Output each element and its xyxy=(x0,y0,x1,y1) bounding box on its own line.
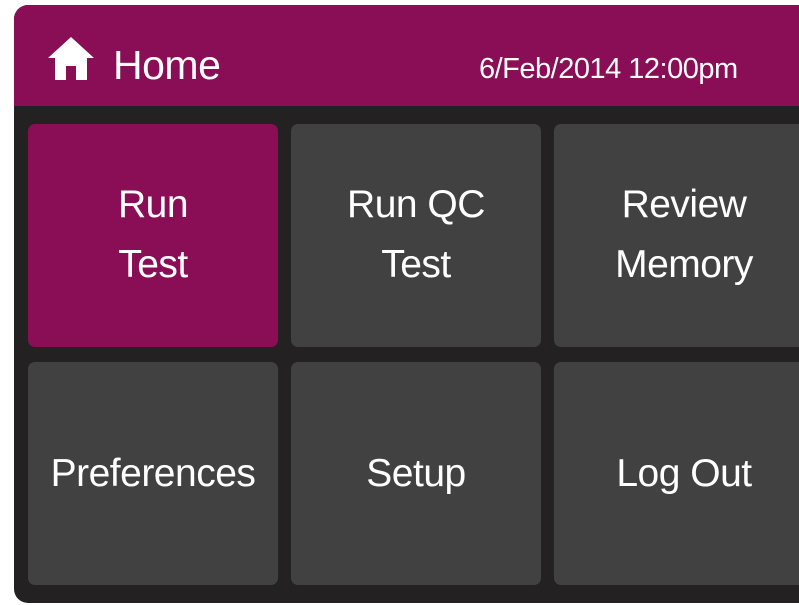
home-icon[interactable] xyxy=(47,36,95,81)
log-out-button[interactable]: Log Out xyxy=(554,362,799,585)
page-title: Home xyxy=(113,42,221,88)
date-time-display: 6/Feb/2014 12:00pm xyxy=(479,53,738,85)
setup-label: Setup xyxy=(366,451,466,495)
setup-button[interactable]: Setup xyxy=(291,362,541,585)
log-out-label: Log Out xyxy=(616,451,752,495)
review-memory-label: Review Memory xyxy=(615,182,753,286)
preferences-label: Preferences xyxy=(50,451,256,495)
device-screen: Home 6/Feb/2014 12:00pm Run Test Run QC … xyxy=(14,5,799,603)
run-qc-test-label: Run QC Test xyxy=(347,182,485,286)
run-qc-test-button[interactable]: Run QC Test xyxy=(291,124,541,347)
preferences-button[interactable]: Preferences xyxy=(28,362,278,585)
review-memory-button[interactable]: Review Memory xyxy=(554,124,799,347)
header-bar: Home 6/Feb/2014 12:00pm xyxy=(14,5,799,106)
run-test-button[interactable]: Run Test xyxy=(28,124,278,347)
run-test-label: Run Test xyxy=(117,182,189,286)
